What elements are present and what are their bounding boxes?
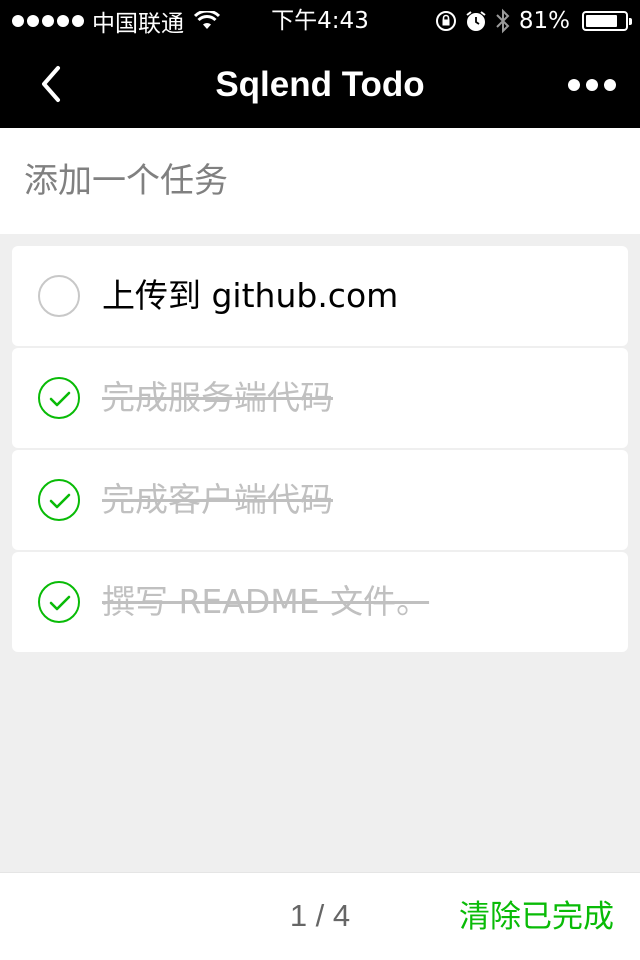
todo-text: 撰写 README 文件。	[102, 582, 430, 621]
todo-checkbox[interactable]	[38, 275, 80, 317]
todo-checkbox[interactable]	[38, 377, 80, 419]
todo-item[interactable]: 完成服务端代码	[12, 348, 628, 448]
footer-bar: 1 / 4 清除已完成	[0, 872, 640, 960]
checkmark-icon	[49, 595, 71, 611]
status-bar: 中国联通 下午4:43 81%	[0, 0, 640, 42]
status-right: 81%	[435, 6, 632, 36]
clear-completed-button[interactable]: 清除已完成	[459, 873, 614, 960]
todo-text: 完成服务端代码	[102, 378, 333, 417]
todo-list: 上传到 github.com 完成服务端代码 完成客户端代码 撰写 README…	[12, 246, 628, 654]
todo-checkbox[interactable]	[38, 479, 80, 521]
checkmark-icon	[49, 391, 71, 407]
todo-counter: 1 / 4	[289, 898, 351, 933]
todo-item[interactable]: 上传到 github.com	[12, 246, 628, 346]
more-dots-icon[interactable]	[568, 72, 616, 98]
app-screen: 中国联通 下午4:43 81% Sqlend Todo 添加一个任务 上传到 g…	[0, 0, 640, 960]
battery-percent: 81%	[518, 8, 570, 34]
todo-text: 完成客户端代码	[102, 480, 333, 519]
page-title: Sqlend Todo	[215, 65, 425, 104]
battery-icon	[582, 11, 632, 31]
battery-fill	[586, 15, 617, 27]
bluetooth-icon	[496, 8, 510, 34]
alarm-icon	[466, 11, 486, 31]
todo-checkbox[interactable]	[38, 581, 80, 623]
add-task-box	[0, 128, 640, 234]
todo-item[interactable]: 撰写 README 文件。	[12, 552, 628, 652]
add-task-input[interactable]	[0, 128, 640, 234]
todo-item[interactable]: 完成客户端代码	[12, 450, 628, 550]
navigation-bar: Sqlend Todo	[0, 42, 640, 128]
rotation-lock-icon	[435, 11, 456, 31]
todo-text: 上传到 github.com	[102, 276, 399, 315]
checkmark-icon	[49, 493, 71, 509]
